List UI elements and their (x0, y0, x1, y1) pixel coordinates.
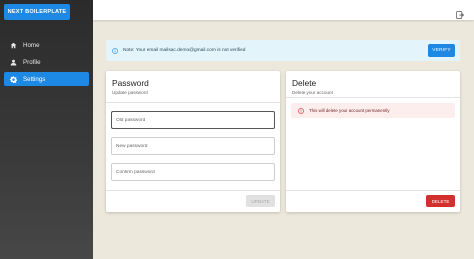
sidebar-item-label: Profile (23, 58, 41, 66)
delete-warning-text: This will delete your account permanentl… (309, 108, 390, 113)
gear-icon (10, 75, 17, 83)
person-icon (10, 59, 17, 66)
info-icon (112, 47, 118, 54)
delete-card-subtitle: Delete your account (292, 90, 333, 95)
divider (286, 97, 460, 98)
sidebar-item-home[interactable]: Home (4, 38, 89, 52)
logout-icon[interactable] (456, 6, 465, 19)
delete-button[interactable]: DELETE (426, 195, 455, 207)
brand-button[interactable]: NEXT BOILERPLATE (4, 4, 70, 20)
delete-warning: This will delete your account permanentl… (291, 103, 455, 118)
top-bar (93, 0, 474, 20)
sidebar: NEXT BOILERPLATE Home Profile Settings (0, 0, 93, 259)
error-icon (298, 107, 304, 114)
delete-card: Delete Delete your account This will del… (286, 71, 460, 212)
email-verification-alert: Note: Your email mailsac.demo@gmail.com … (106, 40, 460, 61)
sidebar-item-settings[interactable]: Settings (4, 72, 89, 86)
alert-message: Note: Your email mailsac.demo@gmail.com … (123, 48, 246, 53)
sidebar-nav: Home Profile Settings (0, 38, 93, 89)
divider (106, 190, 280, 191)
password-card-subtitle: Update password (112, 90, 148, 95)
new-password-field[interactable] (111, 137, 275, 155)
sidebar-item-profile[interactable]: Profile (4, 55, 89, 69)
confirm-password-input[interactable] (116, 169, 274, 175)
update-button[interactable]: UPDATE (246, 195, 275, 207)
confirm-password-field[interactable] (111, 163, 275, 181)
old-password-input[interactable] (116, 117, 274, 123)
password-card-title: Password (112, 78, 149, 88)
divider (106, 102, 280, 103)
sidebar-item-label: Home (23, 41, 40, 49)
delete-card-title: Delete (292, 78, 317, 88)
old-password-field[interactable] (111, 111, 275, 129)
home-icon (10, 42, 17, 49)
new-password-input[interactable] (116, 143, 274, 149)
divider (286, 190, 460, 191)
verify-button[interactable]: VERIFY (428, 44, 455, 57)
sidebar-item-label: Settings (23, 75, 46, 83)
password-card: Password Update password UPDATE (106, 71, 280, 212)
